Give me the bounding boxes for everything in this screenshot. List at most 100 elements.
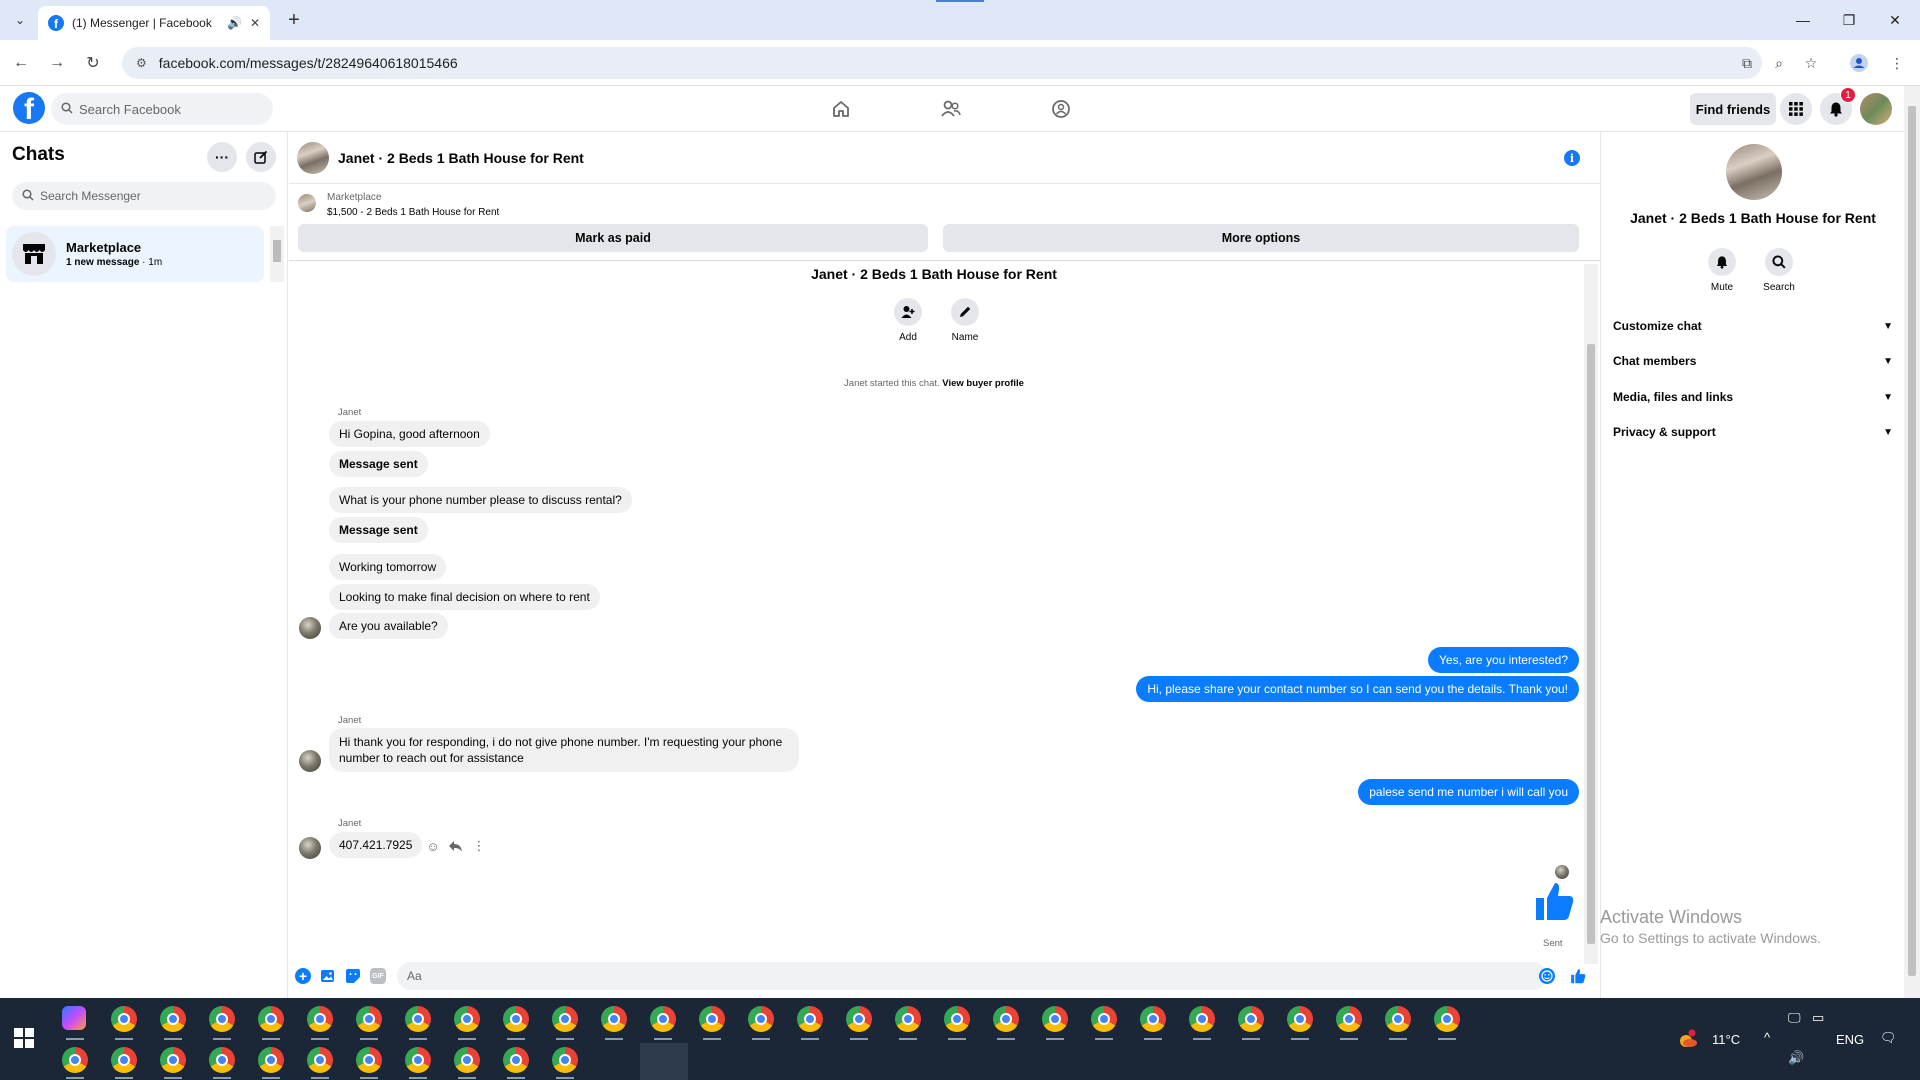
url-field[interactable]: ⚙ facebook.com/messages/t/28249640618015… [122,47,1762,79]
outgoing-message[interactable]: Yes, are you interested? [1428,647,1579,673]
chrome-taskbar-icon[interactable] [944,1006,970,1032]
incoming-message[interactable]: Working tomorrow [329,554,447,580]
incoming-message-phone-number[interactable]: 407.421.7925 [329,832,423,858]
new-tab-button[interactable]: + [282,8,306,32]
chrome-taskbar-icon[interactable] [748,1006,774,1032]
chrome-taskbar-icon[interactable] [258,1047,284,1073]
browser-tab[interactable]: f (1) Messenger | Facebook 🔊 ✕ [38,6,270,40]
minimize-button[interactable]: — [1780,0,1826,40]
conversation-scrollbar[interactable] [1584,264,1598,964]
incoming-message-sent-notice[interactable]: Message sent [329,517,428,543]
sender-avatar[interactable] [299,617,321,639]
battery-icon[interactable]: ▭ [1812,1010,1824,1026]
language-indicator[interactable]: ENG [1836,1032,1864,1047]
react-emoji-icon[interactable]: ☺ [425,838,441,854]
chrome-taskbar-icon[interactable] [1287,1006,1313,1032]
chrome-taskbar-icon[interactable] [1238,1006,1264,1032]
gif-icon[interactable]: GIF [370,968,386,984]
chrome-taskbar-icon[interactable] [209,1047,235,1073]
page-scrollbar[interactable] [1904,86,1920,998]
find-friends-button[interactable]: Find friends [1690,93,1776,125]
outgoing-message[interactable]: palese send me number i will call you [1358,779,1579,805]
chrome-taskbar-icon[interactable] [1385,1006,1411,1032]
notifications-bell-icon[interactable]: 1 [1820,87,1856,125]
reload-button[interactable]: ↻ [80,50,106,76]
send-like-icon[interactable] [1570,968,1586,984]
chrome-taskbar-icon[interactable] [1091,1006,1117,1032]
copilot-icon[interactable] [62,1006,86,1030]
reply-icon[interactable] [447,838,463,854]
chrome-taskbar-icon[interactable] [454,1006,480,1032]
chrome-taskbar-icon[interactable] [552,1047,578,1073]
chrome-taskbar-icon[interactable] [1042,1006,1068,1032]
incoming-message-sent-notice[interactable]: Message sent [329,451,428,477]
edit-name-pencil-icon[interactable] [951,298,979,326]
mark-as-paid-button[interactable]: Mark as paid [298,224,928,252]
chrome-taskbar-icon[interactable] [846,1006,872,1032]
chrome-taskbar-icon[interactable] [552,1006,578,1032]
chrome-taskbar-icon[interactable] [356,1047,382,1073]
info-icon[interactable]: i [1564,150,1580,166]
facebook-logo-icon[interactable]: f [13,92,45,124]
chrome-taskbar-icon[interactable] [699,1006,725,1032]
browser-menu-icon[interactable]: ⋮ [1884,50,1910,76]
sticker-icon[interactable] [345,968,361,984]
chrome-taskbar-icon[interactable] [160,1006,186,1032]
chat-list-item-marketplace[interactable]: Marketplace 1 new message · 1m [6,226,264,282]
view-buyer-profile-link[interactable]: View buyer profile [942,378,1024,389]
incoming-message[interactable]: Hi thank you for responding, i do not gi… [329,728,799,772]
windows-start-icon[interactable] [14,1028,34,1048]
chrome-taskbar-icon[interactable] [111,1047,137,1073]
friends-icon[interactable] [936,94,966,124]
groups-icon[interactable] [1046,94,1076,124]
chat-options-icon[interactable]: ··· [207,142,237,172]
chrome-taskbar-icon[interactable] [454,1047,480,1073]
conversation-avatar[interactable] [297,142,329,174]
chat-members-row[interactable]: Chat members ▼ [1613,347,1893,375]
back-button[interactable]: ← [8,50,34,76]
menu-grid-icon[interactable] [1780,93,1812,125]
add-person-icon[interactable] [894,298,922,326]
facebook-search-input[interactable]: Search Facebook [51,93,273,125]
tab-close-icon[interactable]: ✕ [250,16,260,30]
chrome-taskbar-icon[interactable] [1140,1006,1166,1032]
sender-avatar[interactable] [299,837,321,859]
chrome-taskbar-icon[interactable] [307,1006,333,1032]
chrome-taskbar-icon[interactable] [601,1006,627,1032]
chrome-taskbar-icon[interactable] [1336,1006,1362,1032]
zoom-icon[interactable]: ⌕ [1766,50,1792,76]
show-hidden-icons-chevron-icon[interactable]: ^ [1764,1030,1770,1045]
attach-photo-icon[interactable] [320,968,336,984]
chrome-taskbar-icon[interactable] [62,1047,88,1073]
chrome-taskbar-icon[interactable] [895,1006,921,1032]
chrome-taskbar-icon[interactable] [209,1006,235,1032]
chrome-taskbar-icon[interactable] [1434,1006,1460,1032]
chat-info-avatar[interactable] [1726,144,1782,200]
forward-button[interactable]: → [44,50,70,76]
customize-chat-row[interactable]: Customize chat ▼ [1613,312,1893,340]
more-actions-icon[interactable]: ⋮ [471,838,487,854]
chrome-taskbar-icon[interactable] [1189,1006,1215,1032]
chrome-taskbar-icon[interactable] [503,1047,529,1073]
account-avatar[interactable] [1860,93,1892,125]
media-files-links-row[interactable]: Media, files and links ▼ [1613,383,1893,411]
listing-title[interactable]: $1,500 - 2 Beds 1 Bath House for Rent [327,207,499,218]
incoming-message[interactable]: Hi Gopina, good afternoon [329,421,490,447]
outgoing-message[interactable]: Hi, please share your contact number so … [1136,676,1579,702]
messenger-search-input[interactable]: Search Messenger [12,182,276,210]
profile-icon[interactable] [1846,50,1872,76]
chrome-taskbar-icon[interactable] [405,1006,431,1032]
home-icon[interactable] [826,94,856,124]
chrome-taskbar-icon[interactable] [650,1006,676,1032]
incoming-message[interactable]: Are you available? [329,613,448,639]
conversation-title[interactable]: Janet · 2 Beds 1 Bath House for Rent [338,150,584,166]
incoming-message[interactable]: Looking to make final decision on where … [329,584,600,610]
new-message-icon[interactable] [246,142,276,172]
tab-search-button[interactable]: ⌄ [8,8,32,32]
site-info-icon[interactable]: ⚙ [136,56,147,70]
chrome-taskbar-icon[interactable] [111,1006,137,1032]
message-input[interactable]: Aa [397,962,1547,990]
network-icon[interactable]: 🖵 [1788,1010,1801,1026]
bookmark-star-icon[interactable]: ☆ [1798,50,1824,76]
mute-bell-icon[interactable] [1708,248,1736,276]
